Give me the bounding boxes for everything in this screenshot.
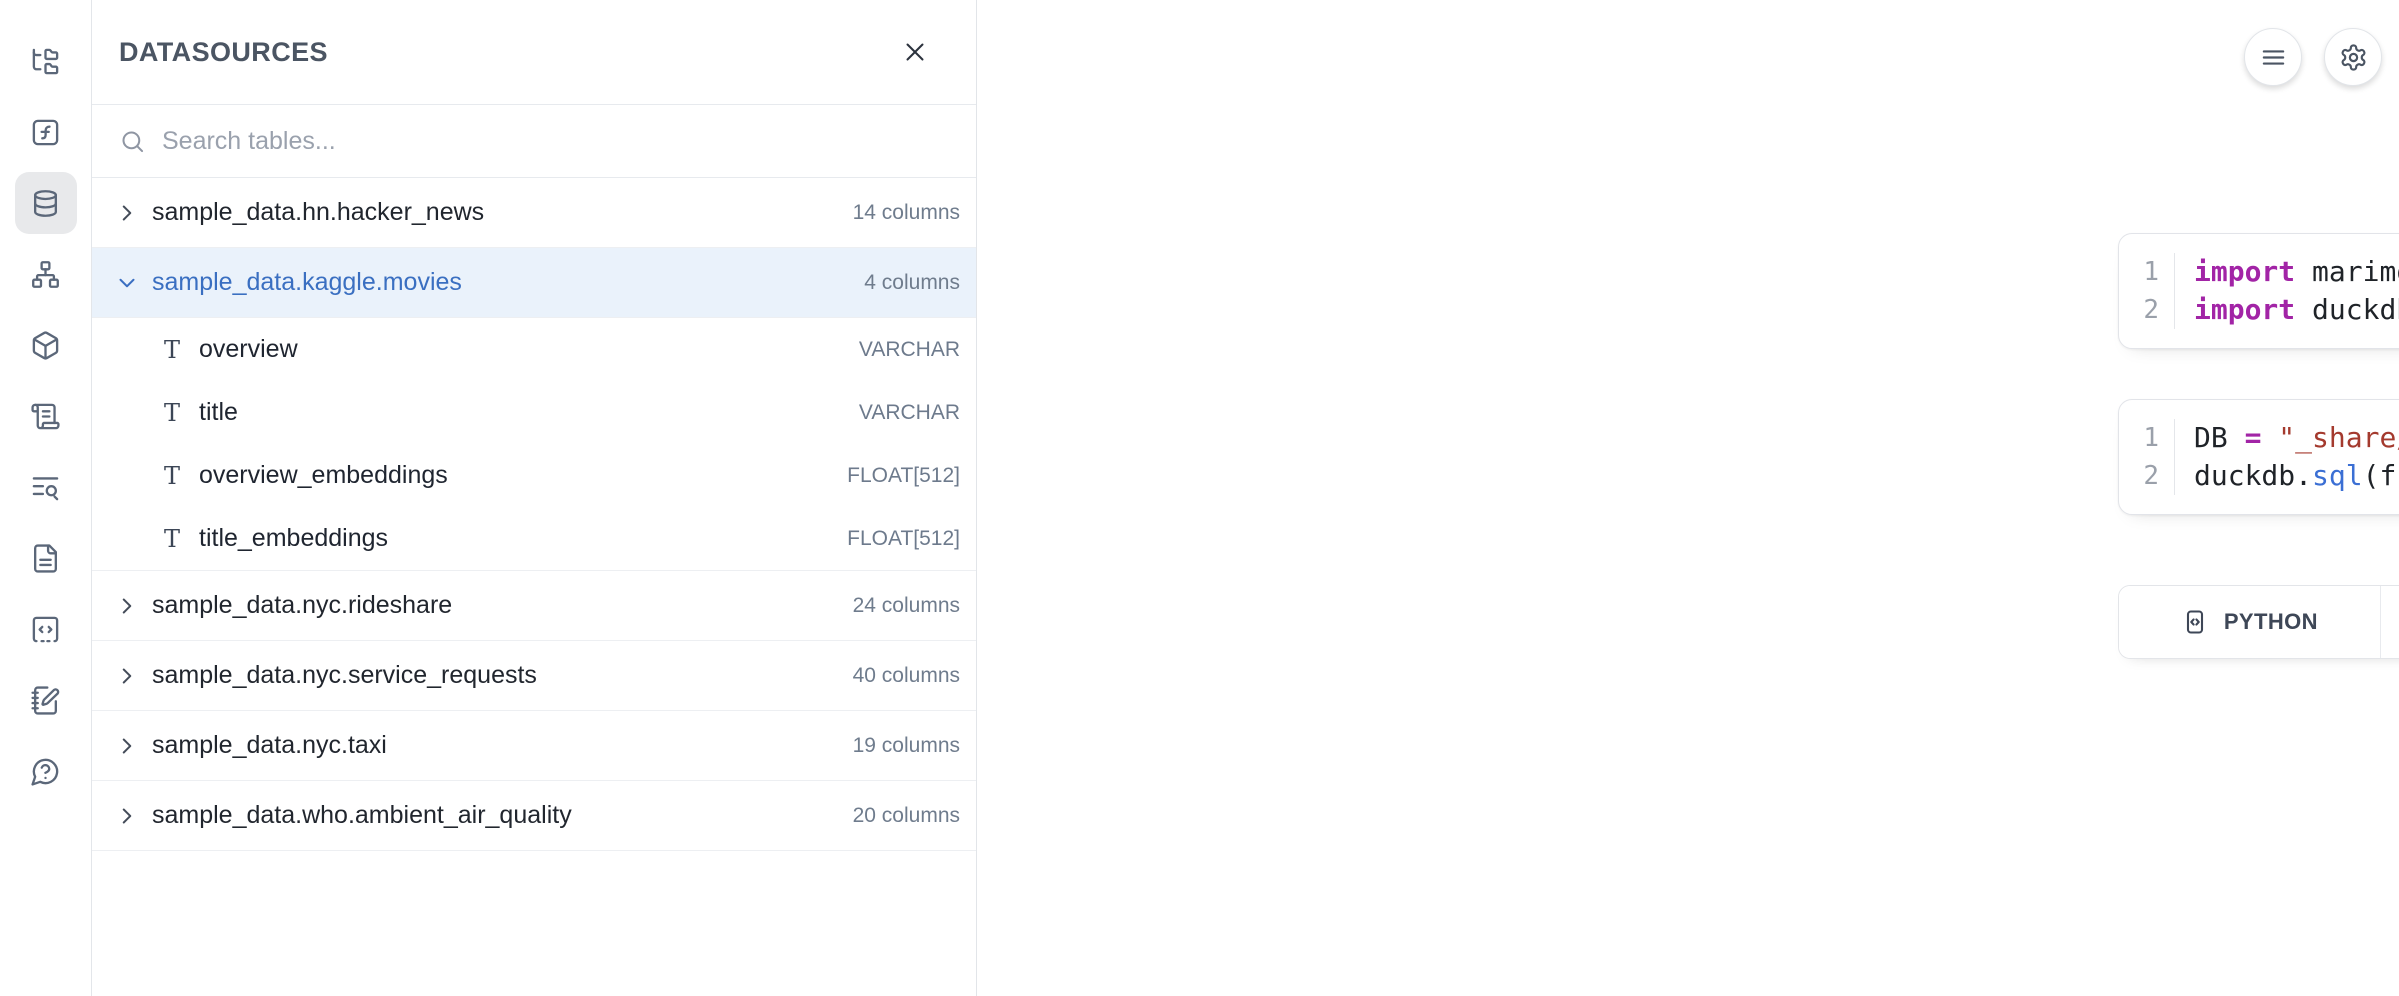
column-list: T overview VARCHAR T title VARCHAR T ove… bbox=[92, 318, 976, 571]
add-cell-button-python[interactable]: PYTHON bbox=[2119, 586, 2381, 658]
column-name: overview bbox=[186, 335, 859, 364]
text-type-icon: T bbox=[158, 462, 186, 490]
folder-tree-icon bbox=[30, 46, 61, 77]
cell-code[interactable]: import marimo as moimport duckdb bbox=[2175, 253, 2399, 329]
chevron-right-icon bbox=[114, 593, 140, 619]
add-cell-button-label: PYTHON bbox=[2224, 609, 2318, 635]
table-row[interactable]: sample_data.nyc.taxi 19 columns bbox=[92, 711, 976, 781]
table-name: sample_data.nyc.service_requests bbox=[140, 661, 853, 690]
text-search-icon bbox=[30, 472, 61, 503]
table-name: sample_data.kaggle.movies bbox=[140, 268, 864, 297]
chevron-down-icon bbox=[114, 270, 140, 296]
table-list: sample_data.hn.hacker_news 14 columns sa… bbox=[92, 178, 976, 851]
sidebar-item-find[interactable] bbox=[15, 456, 77, 518]
code-square-dashed-icon bbox=[30, 614, 61, 645]
table-column-count: 20 columns bbox=[853, 804, 960, 828]
gear-icon bbox=[2339, 43, 2368, 72]
search-icon bbox=[119, 128, 146, 155]
help-chat-icon bbox=[30, 756, 61, 787]
table-name: sample_data.nyc.rideshare bbox=[140, 591, 853, 620]
text-type-icon: T bbox=[158, 525, 186, 553]
close-icon bbox=[900, 37, 930, 67]
table-name: sample_data.hn.hacker_news bbox=[140, 198, 853, 227]
sidebar-item-documentation[interactable] bbox=[15, 527, 77, 589]
column-row[interactable]: T title VARCHAR bbox=[92, 381, 976, 444]
menu-icon bbox=[2259, 43, 2288, 72]
table-row[interactable]: sample_data.nyc.service_requests 40 colu… bbox=[92, 641, 976, 711]
column-type: VARCHAR bbox=[859, 338, 960, 362]
column-name: title_embeddings bbox=[186, 524, 847, 553]
table-row[interactable]: sample_data.who.ambient_air_quality 20 c… bbox=[92, 781, 976, 851]
settings-button[interactable] bbox=[2324, 28, 2382, 86]
sidebar-item-help[interactable] bbox=[15, 740, 77, 802]
sidebar-item-datasources[interactable] bbox=[15, 172, 77, 234]
column-row[interactable]: T overview_embeddings FLOAT[512] bbox=[92, 444, 976, 507]
table-column-count: 40 columns bbox=[853, 664, 960, 688]
notebook-pen-icon bbox=[30, 685, 61, 716]
table-row[interactable]: sample_data.nyc.rideshare 24 columns bbox=[92, 571, 976, 641]
table-row[interactable]: sample_data.kaggle.movies 4 columns bbox=[92, 248, 976, 318]
icon-rail bbox=[0, 0, 92, 996]
column-row[interactable]: T title_embeddings FLOAT[512] bbox=[92, 507, 976, 570]
sidebar-item-snippets[interactable] bbox=[15, 598, 77, 660]
chevron-right-icon bbox=[114, 663, 140, 689]
text-type-icon: T bbox=[158, 399, 186, 427]
add-cell-bar: PYTHON MARKDOWN SQL GENERATE WITH AI bbox=[2118, 585, 2399, 659]
package-icon bbox=[30, 330, 61, 361]
text-type-icon: T bbox=[158, 336, 186, 364]
menu-button[interactable] bbox=[2244, 28, 2302, 86]
sidebar-item-packages[interactable] bbox=[15, 314, 77, 376]
table-name: sample_data.who.ambient_air_quality bbox=[140, 801, 853, 830]
chevron-right-icon bbox=[114, 200, 140, 226]
notebook-area: ./motherduck.py 12 import marimo as moim… bbox=[978, 0, 2399, 996]
table-name: sample_data.nyc.taxi bbox=[140, 731, 853, 760]
search-row bbox=[92, 105, 976, 178]
cell-code[interactable]: DB = "_share/sample_data/23b0d623-1361-4… bbox=[2175, 419, 2399, 495]
panel-title: DATASOURCES bbox=[119, 37, 900, 68]
cells-container: 12 import marimo as moimport duckdb 12 D… bbox=[2118, 233, 2399, 515]
chevron-right-icon bbox=[114, 803, 140, 829]
sidebar-item-dependencies[interactable] bbox=[15, 243, 77, 305]
code-cell[interactable]: 12 DB = "_share/sample_data/23b0d623-136… bbox=[2118, 399, 2399, 515]
scroll-text-icon bbox=[30, 401, 61, 432]
table-row[interactable]: sample_data.hn.hacker_news 14 columns bbox=[92, 178, 976, 248]
database-icon bbox=[30, 188, 61, 219]
column-name: overview_embeddings bbox=[186, 461, 847, 490]
add-cell-button-markdown[interactable]: MARKDOWN bbox=[2381, 586, 2399, 658]
column-type: FLOAT[512] bbox=[847, 527, 960, 551]
table-column-count: 4 columns bbox=[864, 271, 960, 295]
notebook-filename: ./motherduck.py bbox=[2118, 124, 2399, 148]
search-tables-input[interactable] bbox=[162, 127, 956, 156]
cell-line-numbers: 12 bbox=[2119, 253, 2175, 329]
panel-header: DATASOURCES bbox=[92, 0, 976, 105]
function-square-icon bbox=[30, 117, 61, 148]
sidebar-item-scratchpad[interactable] bbox=[15, 669, 77, 731]
table-column-count: 14 columns bbox=[853, 201, 960, 225]
column-row[interactable]: T overview VARCHAR bbox=[92, 318, 976, 381]
table-column-count: 19 columns bbox=[853, 734, 960, 758]
cell-line-numbers: 12 bbox=[2119, 419, 2175, 495]
datasources-panel: DATASOURCES sample_data.hn.hacker_news 1… bbox=[92, 0, 977, 996]
chevron-right-icon bbox=[114, 733, 140, 759]
code-card-icon bbox=[2181, 608, 2209, 636]
network-icon bbox=[30, 259, 61, 290]
file-text-icon bbox=[30, 543, 61, 574]
sidebar-item-file-explorer[interactable] bbox=[15, 30, 77, 92]
close-panel-button[interactable] bbox=[900, 35, 934, 69]
column-type: VARCHAR bbox=[859, 401, 960, 425]
code-cell[interactable]: 12 import marimo as moimport duckdb bbox=[2118, 233, 2399, 349]
sidebar-item-variables[interactable] bbox=[15, 101, 77, 163]
column-type: FLOAT[512] bbox=[847, 464, 960, 488]
sidebar-item-logs[interactable] bbox=[15, 385, 77, 447]
table-column-count: 24 columns bbox=[853, 594, 960, 618]
column-name: title bbox=[186, 398, 859, 427]
